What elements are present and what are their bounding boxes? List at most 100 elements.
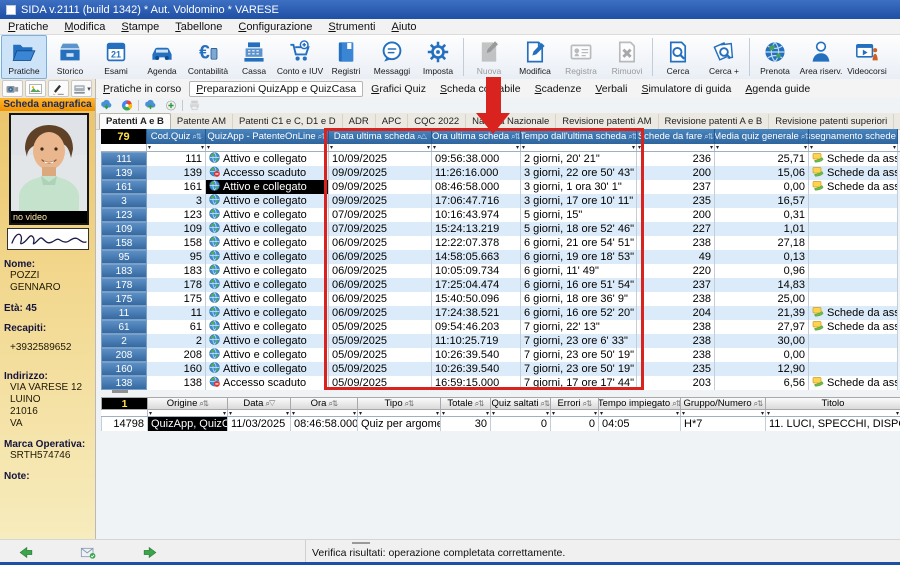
cell-status[interactable]: Attivo e collegato (206, 306, 329, 320)
table-row[interactable]: 175175Attivo e collegato06/09/202515:40:… (101, 292, 900, 306)
sort-filter-icon[interactable]: ⌕⇅ (583, 399, 592, 409)
column-header-data-ultima-scheda[interactable]: Data ultima scheda⌕△ (329, 129, 432, 144)
row-header[interactable]: 109 (101, 222, 147, 236)
table-row[interactable]: 111111Attivo e collegato10/09/202509:56:… (101, 152, 900, 166)
filter-cell[interactable]: ▾▾ (551, 410, 599, 416)
table-row[interactable]: 9595Attivo e collegato06/09/202514:58:05… (101, 250, 900, 264)
filter-cell[interactable]: ▾▾ (291, 410, 358, 416)
sort-filter-icon[interactable]: ⌕△ (417, 132, 426, 142)
menu-item-modifica[interactable]: Modifica (56, 21, 113, 33)
statusbar-grip[interactable] (352, 542, 370, 544)
sort-filter-icon[interactable]: ⌕⇅ (199, 399, 208, 409)
nav-agenda-guide[interactable]: Agenda guide (739, 82, 816, 96)
toolbar-button-contabilit[interactable]: €Contabilità (185, 35, 231, 79)
filter-cell[interactable]: ▾▾ (228, 410, 291, 416)
sort-filter-icon[interactable]: ⌕⇅ (541, 399, 550, 409)
row-header[interactable]: 160 (101, 362, 147, 376)
filter-cell[interactable]: ▾▾ (766, 410, 900, 416)
table-row[interactable]: 158158Attivo e collegato06/09/202512:22:… (101, 236, 900, 250)
cloud-add-icon[interactable] (142, 99, 159, 113)
column-header-media-quiz-generale[interactable]: Media quiz generale⌕⇅ (715, 129, 809, 144)
toolbar-button-registri[interactable]: Registri (323, 35, 369, 79)
table-row[interactable]: 139139Accesso scaduto09/09/202511:26:16.… (101, 166, 900, 180)
filter-cell[interactable]: ▾▾ (681, 410, 766, 416)
filter-cell[interactable]: ▾▾ (358, 410, 441, 416)
filter-cell[interactable]: ▾▾ (432, 144, 521, 151)
toolbar-button-pratiche[interactable]: Pratiche (1, 35, 47, 79)
cell-status[interactable]: Accesso scaduto (206, 166, 329, 180)
cell-status[interactable]: Attivo e collegato (206, 334, 329, 348)
toolbar-button-messaggi[interactable]: Messaggi (369, 35, 415, 79)
toolbar-button-videocorsi[interactable]: Videocorsi (844, 35, 890, 79)
cell-status[interactable]: Attivo e collegato (206, 362, 329, 376)
table-row[interactable]: 138138Accesso scaduto05/09/202516:59:15.… (101, 376, 900, 390)
row-header[interactable]: 139 (101, 166, 147, 180)
row-header[interactable]: 175 (101, 292, 147, 306)
forward-button[interactable] (138, 544, 162, 561)
sort-filter-icon[interactable]: ⌕⇅ (801, 132, 809, 142)
toolbar-button-prenota[interactable]: Prenota (752, 35, 798, 79)
sort-filter-icon[interactable]: ⌕⇅ (318, 132, 327, 142)
cloud-download-icon[interactable] (98, 99, 115, 113)
filter-cell[interactable]: ▾▾ (521, 144, 637, 151)
cell-status[interactable]: Attivo e collegato (206, 250, 329, 264)
row-header[interactable]: 2 (101, 334, 147, 348)
toolbar-button-modifica[interactable]: Modifica (512, 35, 558, 79)
column-header-gruppo-numero[interactable]: Gruppo/Numero⌕⇅ (681, 397, 766, 410)
filter-cell[interactable]: ▾▾ (329, 144, 432, 151)
send-mail-button[interactable] (76, 544, 100, 561)
cell-status[interactable]: Attivo e collegato (206, 194, 329, 208)
table-row[interactable]: 1111Attivo e collegato06/09/202517:24:38… (101, 306, 900, 320)
table-row[interactable]: 22Attivo e collegato05/09/202511:10:25.7… (101, 334, 900, 348)
grid-resize-grip[interactable] (112, 390, 128, 393)
cell-status[interactable]: Attivo e collegato (206, 292, 329, 306)
row-header[interactable]: 158 (101, 236, 147, 250)
cell-status[interactable]: Attivo e collegato (206, 222, 329, 236)
tab-revisione-patenti-superiori[interactable]: Revisione patenti superiori (769, 114, 894, 129)
sort-filter-icon[interactable]: ⌕⇅ (192, 132, 201, 142)
tab-revisione-cqc[interactable]: Revisione CQC (894, 114, 900, 129)
menu-item-aiuto[interactable]: Aiuto (383, 21, 424, 33)
tab-cqc-2022[interactable]: CQC 2022 (408, 114, 466, 129)
toolbar-button-cerca[interactable]: Cerca + (701, 35, 747, 79)
sort-filter-icon[interactable]: ⌕⇅ (405, 399, 414, 409)
column-header-tempo-dall-ultima-scheda[interactable]: Tempo dall'ultima scheda⌕⇅ (521, 129, 637, 144)
column-header-schede-da-fare[interactable]: Schede da fare⌕⇅ (637, 129, 715, 144)
table-row[interactable]: 109109Attivo e collegato07/09/202515:24:… (101, 222, 900, 236)
menu-item-tabellone[interactable]: Tabellone (167, 21, 230, 33)
table-row[interactable]: 208208Attivo e collegato05/09/202510:26:… (101, 348, 900, 362)
column-header-origine[interactable]: Origine⌕⇅ (148, 397, 228, 410)
toolbar-button-cassa[interactable]: Cassa (231, 35, 277, 79)
nav-verbali[interactable]: Verbali (589, 82, 633, 96)
nav-scheda-contabile[interactable]: Scheda contabile (434, 82, 527, 96)
table-row[interactable]: 6161Attivo e collegato05/09/202509:54:46… (101, 320, 900, 334)
cell-status[interactable]: Accesso scaduto (206, 376, 329, 390)
toolbar-button-conto-e-iuv[interactable]: Conto e IUV (277, 35, 323, 79)
sidebar-tool-camera-icon[interactable] (2, 80, 23, 97)
row-header[interactable]: 178 (101, 278, 147, 292)
row-header[interactable]: 11 (101, 306, 147, 320)
cell-status[interactable]: Attivo e collegato (206, 348, 329, 362)
tab-revisione-patenti-am[interactable]: Revisione patenti AM (556, 114, 658, 129)
nav-grafici-quiz[interactable]: Grafici Quiz (365, 82, 432, 96)
cell-status[interactable]: Attivo e collegato (206, 152, 329, 166)
back-button[interactable] (14, 544, 38, 561)
tab-patenti-a-e-b[interactable]: Patenti A e B (99, 113, 171, 129)
sort-filter-icon[interactable]: ⌕⇅ (704, 132, 713, 142)
column-header-tempo-impiegato[interactable]: Tempo impiegato⌕⇅ (599, 397, 681, 410)
filter-cell[interactable]: ▾▾ (599, 410, 681, 416)
toolbar-button-esami[interactable]: 21Esami (93, 35, 139, 79)
cell-status[interactable]: Attivo e collegato (206, 180, 329, 194)
row-header[interactable]: 208 (101, 348, 147, 362)
tab-nautica-nazionale[interactable]: Nautica Nazionale (466, 114, 556, 129)
menu-item-configurazione[interactable]: Configurazione (230, 21, 320, 33)
nav-simulatore-di-guida[interactable]: Simulatore di guida (635, 82, 737, 96)
sort-filter-icon[interactable]: ⌕⇅ (628, 132, 637, 142)
table-row[interactable]: 14798QuizApp, QuizCasa11/03/202508:46:58… (101, 417, 900, 431)
toolbar-button-imposta[interactable]: Imposta (415, 35, 461, 79)
sort-filter-icon[interactable]: ⌕⇅ (754, 399, 763, 409)
menu-item-strumenti[interactable]: Strumenti (320, 21, 383, 33)
column-header-quizapp-patenteonline[interactable]: QuizApp - PatenteOnLine⌕⇅ (206, 129, 329, 144)
circle-add-icon[interactable] (162, 99, 179, 113)
cell-status[interactable]: Attivo e collegato (206, 278, 329, 292)
